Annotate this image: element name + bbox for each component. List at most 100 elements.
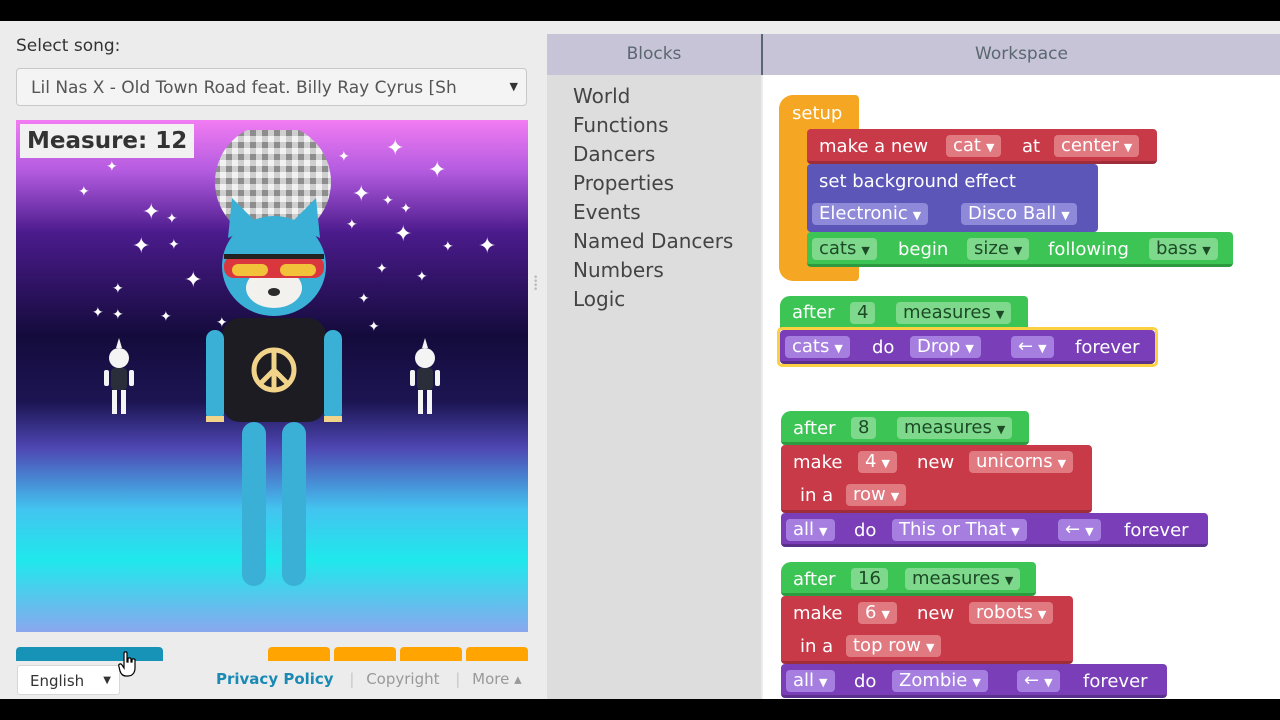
run-button[interactable]	[16, 647, 163, 661]
group-dropdown[interactable]: cats ▼	[812, 238, 877, 260]
chevron-down-icon: ▼	[1044, 676, 1053, 689]
layout-dropdown[interactable]: top row ▼	[846, 635, 942, 657]
dropdown-value: 6	[865, 602, 877, 623]
chevron-down-icon: ▼	[985, 141, 995, 154]
quantity-dropdown[interactable]: 4 ▼	[858, 451, 897, 473]
block-text: do	[872, 337, 895, 358]
dancer-type-dropdown[interactable]: cat ▼	[946, 135, 1002, 157]
dropdown-value: cat	[953, 135, 981, 156]
block-text: forever	[1124, 520, 1189, 541]
dropdown-value: all	[793, 670, 815, 691]
setup-label: setup	[792, 103, 843, 124]
privacy-policy-link[interactable]: Privacy Policy	[216, 670, 334, 688]
dropdown-value: all	[793, 519, 815, 540]
sparkle-icon: ✦	[428, 158, 447, 183]
control-button[interactable]	[334, 647, 396, 661]
dropdown-value: Electronic	[819, 203, 908, 224]
chevron-down-icon: ▼	[890, 490, 900, 503]
direction-dropdown[interactable]: ← ▼	[1058, 519, 1101, 541]
dropdown-value: ←	[1065, 519, 1081, 540]
block-text: set background effect	[819, 171, 1016, 192]
chevron-down-icon: ▼	[1057, 457, 1067, 470]
chevron-down-icon: ▼	[103, 675, 111, 686]
property-dropdown[interactable]: size ▼	[967, 238, 1030, 260]
group-dropdown[interactable]: all ▼	[786, 519, 835, 541]
category-functions[interactable]: Functions	[573, 113, 669, 137]
move-dropdown[interactable]: This or That ▼	[892, 519, 1027, 541]
group-dropdown[interactable]: cats ▼	[785, 336, 850, 358]
language-dropdown[interactable]: English ▼	[17, 665, 120, 695]
band-dropdown[interactable]: bass ▼	[1149, 238, 1218, 260]
control-button[interactable]	[268, 647, 330, 661]
quantity-dropdown[interactable]: 6 ▼	[858, 602, 897, 624]
chevron-down-icon: ▼	[912, 209, 922, 222]
category-numbers[interactable]: Numbers	[573, 258, 664, 282]
dropdown-value: Drop	[917, 336, 961, 357]
bg-palette-dropdown[interactable]: Electronic ▼	[812, 203, 929, 225]
direction-dropdown[interactable]: ← ▼	[1017, 670, 1060, 692]
category-world[interactable]: World	[573, 84, 630, 108]
move-dropdown[interactable]: Drop ▼	[910, 336, 981, 358]
sparkle-icon: ✦	[78, 184, 90, 200]
measures-dropdown[interactable]: measures ▼	[897, 417, 1013, 439]
dropdown-value: ←	[1024, 670, 1040, 691]
unicorn-dancer	[410, 338, 440, 414]
sparkle-icon: ✦	[112, 281, 124, 297]
sparkle-icon: ✦	[338, 149, 350, 165]
sparkle-icon: ✦	[394, 222, 413, 247]
block-text: new	[917, 603, 955, 624]
dropdown-value: ←	[1018, 336, 1034, 357]
move-dropdown[interactable]: Zombie ▼	[892, 670, 988, 692]
group-dropdown[interactable]: all ▼	[786, 670, 835, 692]
measure-count-field[interactable]: 8	[851, 417, 877, 439]
block-text: new	[917, 452, 955, 473]
divider: |	[455, 670, 461, 688]
measures-dropdown[interactable]: measures ▼	[905, 568, 1021, 590]
sparkle-icon: ✦	[132, 234, 151, 259]
category-events[interactable]: Events	[573, 200, 641, 224]
measures-dropdown[interactable]: measures ▼	[896, 302, 1012, 324]
chevron-down-icon: ▼	[1004, 574, 1014, 587]
category-properties[interactable]: Properties	[573, 171, 674, 195]
sparkle-icon: ✦	[386, 136, 405, 161]
measure-counter: Measure: 12	[20, 124, 195, 158]
sparkle-icon: ✦	[142, 200, 161, 225]
control-button[interactable]	[466, 647, 528, 661]
bg-effect-dropdown[interactable]: Disco Ball ▼	[961, 203, 1077, 225]
chevron-down-icon: ▼	[996, 423, 1006, 436]
chevron-down-icon: ▼	[1013, 244, 1023, 257]
chevron-down-icon: ▼	[834, 342, 843, 355]
song-dropdown-value: Lil Nas X - Old Town Road feat. Billy Ra…	[31, 78, 457, 98]
category-logic[interactable]: Logic	[573, 287, 625, 311]
sparkle-icon: ✦	[352, 182, 371, 207]
chevron-down-icon: ▼	[972, 676, 981, 689]
block-text: following	[1048, 239, 1129, 260]
direction-dropdown[interactable]: ← ▼	[1011, 336, 1054, 358]
category-dancers[interactable]: Dancers	[573, 142, 655, 166]
footer-links: Privacy Policy | Copyright | More ▴	[216, 670, 526, 688]
song-dropdown[interactable]: Lil Nas X - Old Town Road feat. Billy Ra…	[16, 68, 527, 106]
more-link[interactable]: More ▴	[472, 670, 521, 688]
hand-cursor-icon	[118, 651, 136, 677]
dancer-type-dropdown[interactable]: unicorns ▼	[969, 451, 1074, 473]
dropdown-value: unicorns	[976, 451, 1053, 472]
dropdown-value: measures	[904, 417, 992, 438]
copyright-link[interactable]: Copyright	[366, 670, 439, 688]
category-named-dancers[interactable]: Named Dancers	[573, 229, 733, 253]
measure-count-field[interactable]: 16	[851, 568, 888, 590]
chevron-down-icon: ▼	[505, 80, 518, 93]
chevron-down-icon: ▼	[1061, 209, 1070, 222]
sparkle-icon: ✦	[106, 159, 118, 175]
pane-splitter[interactable]: • • • •	[533, 274, 538, 295]
dropdown-value: cats	[819, 238, 857, 259]
dropdown-value: row	[853, 484, 886, 505]
dancer-type-dropdown[interactable]: robots ▼	[969, 602, 1054, 624]
measure-count-field[interactable]: 4	[850, 302, 876, 324]
control-button[interactable]	[400, 647, 462, 661]
chevron-down-icon: ▼	[819, 676, 828, 689]
position-dropdown[interactable]: center ▼	[1054, 135, 1140, 157]
dropdown-value: center	[1061, 135, 1119, 156]
dropdown-value: size	[974, 238, 1009, 259]
sparkle-icon: ✦	[478, 234, 497, 259]
layout-dropdown[interactable]: row ▼	[846, 484, 907, 506]
